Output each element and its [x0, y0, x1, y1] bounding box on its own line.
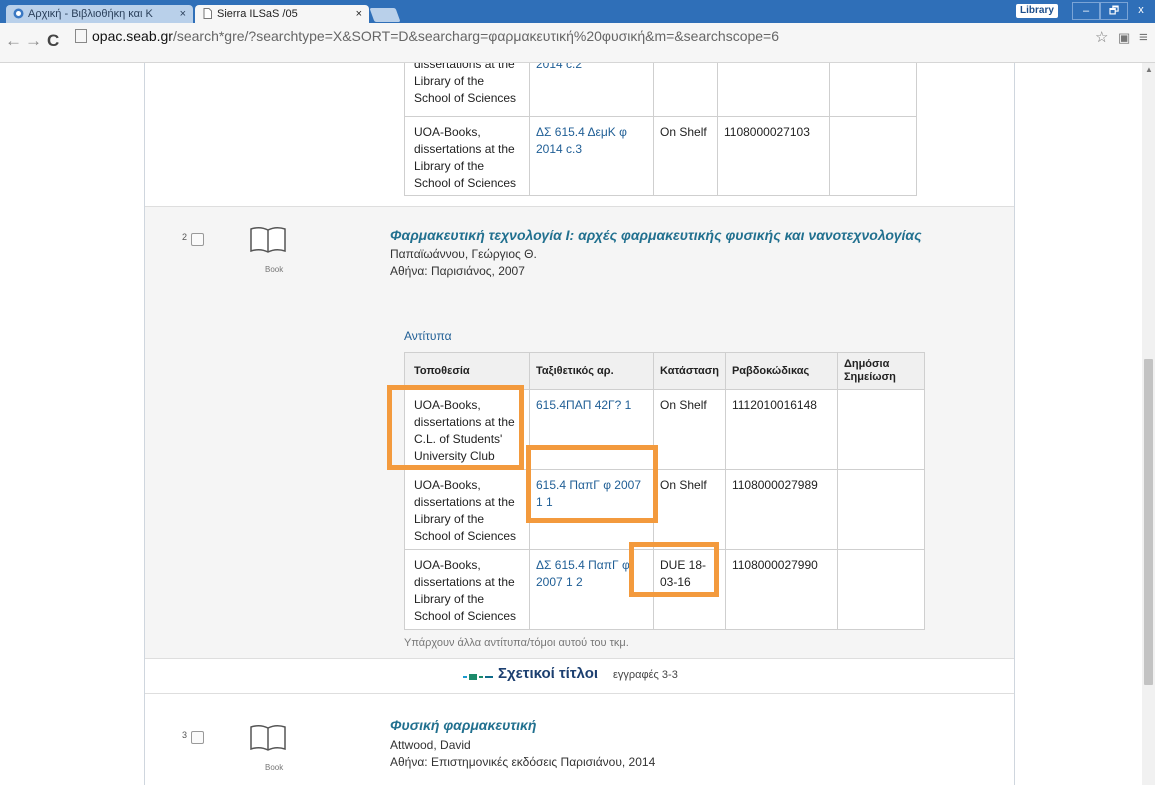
- public-note-cell: [836, 549, 925, 630]
- table-row: UOA-Books, dissertations at the Library …: [404, 116, 917, 196]
- barcode-cell: 1112010016148: [724, 389, 838, 470]
- record-3-imprint: Αθήνα: Επιστημονικές εκδόσεις Παρισιάνου…: [390, 755, 656, 769]
- status-cell: On Shelf: [653, 116, 718, 196]
- tab-title: Sierra ILSaS /05: [217, 8, 298, 20]
- public-note-cell: [829, 116, 917, 196]
- material-type-label: Book: [265, 763, 284, 772]
- column-header-location: Τοποθεσία: [404, 352, 530, 390]
- material-type-label: Book: [265, 265, 284, 274]
- extension-icon[interactable]: ▣: [1118, 28, 1130, 48]
- site-favicon-icon: [13, 8, 24, 19]
- url-path: /search*gre/?searchtype=X&SORT=D&searcha…: [172, 28, 780, 44]
- highlight-box-status: [629, 542, 719, 597]
- barcode-cell: [717, 63, 830, 117]
- page-icon: [203, 8, 212, 19]
- book-icon: [250, 226, 286, 253]
- record-2-imprint: Αθήνα: Παρισιάνος, 2007: [390, 264, 525, 278]
- holdings-table-record-1: dissertations at the Library of the Scho…: [404, 63, 917, 196]
- page-icon: [75, 29, 87, 43]
- status-cell: On Shelf: [653, 469, 726, 550]
- record-number: 2: [182, 232, 188, 242]
- highlight-box-location: [387, 385, 524, 470]
- bookmark-star-icon[interactable]: ☆: [1095, 28, 1108, 48]
- browser-toolbar: ← → C opac.seab.gr/search*gre/?searchtyp…: [0, 23, 1155, 63]
- scrollbar-thumb[interactable]: [1144, 359, 1153, 685]
- record-2-author: Παπαϊωάννου, Γεώργιος Θ.: [390, 247, 537, 261]
- call-number-link[interactable]: ΔΣ 615.4 ΔεμΚ φ 2014 c.3: [529, 116, 654, 196]
- page-viewport: dissertations at the Library of the Scho…: [0, 63, 1155, 785]
- copies-heading[interactable]: Αντίτυπα: [404, 329, 452, 343]
- record-number: 3: [182, 730, 188, 740]
- tab-close-icon[interactable]: ×: [356, 5, 362, 23]
- related-titles-icon: [463, 674, 493, 680]
- minimize-button[interactable]: –: [1072, 2, 1100, 20]
- barcode-cell: 1108000027103: [717, 116, 830, 196]
- public-note-cell: [829, 63, 917, 117]
- record-2-checkbox[interactable]: [191, 233, 204, 246]
- public-note-cell: [836, 469, 925, 550]
- status-cell: On Shelf: [653, 389, 726, 470]
- tab-sierra[interactable]: Sierra ILSaS /05 ×: [195, 5, 369, 23]
- table-header-row: Τοποθεσία Ταξιθετικός αρ. Κατάσταση Ραβδ…: [404, 352, 925, 390]
- tab-library-home[interactable]: Αρχική - Βιβλιοθήκη και Κ ×: [6, 5, 193, 23]
- menu-icon[interactable]: ≡: [1139, 28, 1148, 48]
- profile-button[interactable]: Library: [1016, 4, 1058, 18]
- location-cell: UOA-Books, dissertations at the Library …: [404, 116, 530, 196]
- close-window-button[interactable]: x: [1127, 2, 1155, 18]
- book-icon: [250, 724, 286, 751]
- browser-titlebar: Αρχική - Βιβλιοθήκη και Κ × Sierra ILSaS…: [0, 0, 1155, 23]
- more-copies-note: Υπάρχουν άλλα αντίτυπα/τόμοι αυτού του τ…: [404, 637, 629, 649]
- reload-icon[interactable]: C: [47, 30, 59, 52]
- record-3-author: Attwood, David: [390, 738, 471, 752]
- table-row: dissertations at the Library of the Scho…: [404, 63, 917, 117]
- location-cell: UOA-Books, dissertations at the Library …: [404, 549, 530, 630]
- forward-arrow-icon[interactable]: →: [25, 30, 42, 52]
- maximize-button[interactable]: 🗗: [1100, 2, 1128, 20]
- divider: [145, 206, 1014, 207]
- address-bar[interactable]: opac.seab.gr/search*gre/?searchtype=X&SO…: [67, 25, 1077, 48]
- call-number-link[interactable]: 2014 c.2: [529, 63, 654, 117]
- scroll-up-arrow-icon[interactable]: ▲: [1145, 65, 1153, 74]
- column-header-call-number: Ταξιθετικός αρ.: [529, 352, 654, 390]
- column-header-public-note: Δημόσια Σημείωση: [836, 352, 925, 390]
- table-row: UOA-Books, dissertations at the Library …: [404, 469, 925, 550]
- barcode-cell: 1108000027989: [724, 469, 838, 550]
- related-titles-label: Σχετικοί τίτλοι: [498, 665, 599, 682]
- new-tab-button[interactable]: [369, 8, 401, 22]
- divider: [145, 658, 1014, 659]
- back-arrow-icon[interactable]: ←: [5, 30, 22, 52]
- public-note-cell: [836, 389, 925, 470]
- divider: [145, 693, 1014, 694]
- url-host: opac.seab.gr: [92, 28, 173, 44]
- related-titles-count: εγγραφές 3-3: [613, 669, 678, 681]
- vertical-scrollbar[interactable]: ▲: [1142, 63, 1155, 785]
- status-cell: [653, 63, 718, 117]
- record-3-title-link[interactable]: Φυσική φαρμακευτική: [390, 717, 536, 733]
- record-2-title-link[interactable]: Φαρμακευτική τεχνολογία Ι: αρχές φαρμακε…: [390, 227, 922, 243]
- location-cell: dissertations at the Library of the Scho…: [404, 63, 530, 117]
- location-cell: UOA-Books, dissertations at the Library …: [404, 469, 530, 550]
- highlight-box-call-number: [526, 445, 658, 523]
- column-header-status: Κατάσταση: [653, 352, 726, 390]
- column-header-barcode: Ραβδοκώδικας: [724, 352, 838, 390]
- tab-close-icon[interactable]: ×: [180, 5, 186, 23]
- barcode-cell: 1108000027990: [724, 549, 838, 630]
- tab-title: Αρχική - Βιβλιοθήκη και Κ: [28, 8, 153, 20]
- record-3-checkbox[interactable]: [191, 731, 204, 744]
